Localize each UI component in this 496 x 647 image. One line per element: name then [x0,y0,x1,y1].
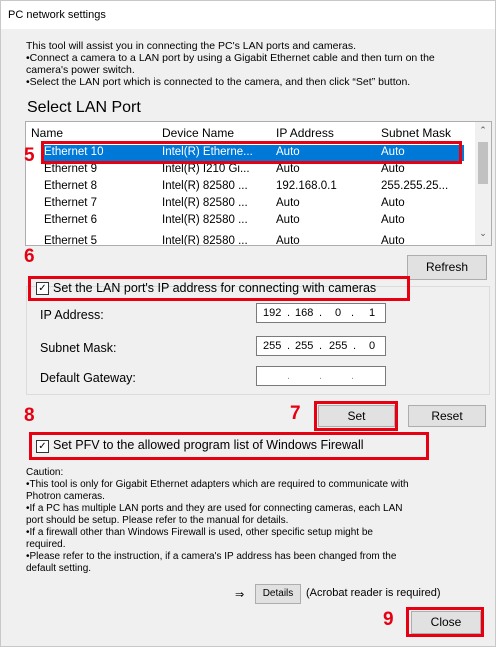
annotation-number-8: 8 [24,405,35,426]
ip-octet: 192 [263,307,282,319]
select-lan-port-title: Select LAN Port [27,99,141,116]
caution-line: port should be setup. Please refer to th… [26,515,289,526]
table-row-ethernet-6[interactable]: Ethernet 6 Intel(R) 82580 ... Auto Auto [26,213,481,229]
intro-line: •Connect a camera to a LAN port by using… [26,52,435,64]
row-ip: Auto [276,197,300,209]
annotation-number-6: 6 [24,246,35,267]
table-row-ethernet-9[interactable]: Ethernet 9 Intel(R) I210 Gi... Auto Auto [26,162,481,178]
refresh-button[interactable]: Refresh [407,255,487,280]
caution-text: Caution: •This tool is only for Gigabit … [26,467,486,575]
row-ip: 192.168.0.1 [276,180,337,192]
default-gateway-label: Default Gateway: [40,371,136,385]
row-mask: 255.255.25... [381,180,449,192]
row-device: Intel(R) 82580 ... [162,235,248,246]
ip-octet: 1 [369,307,376,319]
scroll-thumb[interactable] [478,142,488,184]
annotation-box-9 [406,607,484,637]
row-device: Intel(R) 82580 ... [162,197,248,209]
column-header-ip-address[interactable]: IP Address [276,126,334,140]
table-row-ethernet-7[interactable]: Ethernet 7 Intel(R) 82580 ... Auto Auto [26,196,481,212]
annotation-number-7: 7 [290,403,301,424]
ip-address-input[interactable]: 192 . 168 . 0 . 1 [256,303,386,323]
table-row-ethernet-5[interactable]: Ethernet 5 Intel(R) 82580 ... Auto Auto [26,234,481,246]
ip-octet: 168 [295,307,314,319]
row-ip: Auto [276,235,300,246]
table-row-ethernet-8[interactable]: Ethernet 8 Intel(R) 82580 ... 192.168.0.… [26,179,481,195]
caution-line: •If a firewall other than Windows Firewa… [26,527,373,538]
intro-text: This tool will assist you in connecting … [26,40,484,88]
intro-line: This tool will assist you in connecting … [26,40,356,52]
caution-line: required. [26,539,66,550]
lan-port-list[interactable]: Name Device Name IP Address Subnet Mask … [25,121,492,246]
set-ip-checkbox-label: Set the LAN port's IP address for connec… [53,281,377,295]
intro-line: •Select the LAN port which is connected … [26,76,411,88]
row-name: Ethernet 7 [44,197,98,209]
caution-line: •Please refer to the instruction, if a c… [26,551,397,562]
caution-line: •This tool is only for Gigabit Ethernet … [26,479,409,490]
column-header-subnet-mask[interactable]: Subnet Mask [381,126,451,140]
caution-line: •If a PC has multiple LAN ports and they… [26,503,403,514]
row-device: Intel(R) I210 Gi... [162,163,250,175]
mask-octet: 255 [329,340,348,352]
column-header-name[interactable]: Name [31,126,63,140]
reset-button[interactable]: Reset [408,405,486,427]
annotation-number-5: 5 [24,145,35,166]
scroll-down-icon[interactable]: ⌄ [477,228,489,242]
row-name: Ethernet 8 [44,180,98,192]
details-button[interactable]: Details [255,584,301,604]
set-ip-checkbox[interactable]: ✓ [36,282,49,295]
row-ip: Auto [276,214,300,226]
column-header-device-name[interactable]: Device Name [162,126,234,140]
row-mask: Auto [381,197,405,209]
row-mask: Auto [381,235,405,246]
row-device: Intel(R) 82580 ... [162,180,248,192]
caution-line: Caution: [26,467,64,478]
ip-address-label: IP Address: [40,308,104,322]
list-scrollbar[interactable]: ⌃ ⌄ [475,122,491,245]
details-note: (Acrobat reader is required) [306,587,441,599]
arrow-icon: ⇒ [235,589,245,601]
mask-octet: 255 [295,340,314,352]
intro-line: camera's power switch. [26,64,135,76]
annotation-box-7 [314,401,398,431]
row-ip: Auto [276,163,300,175]
annotation-box-5 [41,141,462,164]
row-name: Ethernet 5 [44,235,98,246]
row-name: Ethernet 6 [44,214,98,226]
row-name: Ethernet 9 [44,163,98,175]
window-title: PC network settings [1,1,495,29]
annotation-number-9: 9 [383,609,394,630]
subnet-mask-label: Subnet Mask: [40,341,117,355]
firewall-checkbox-label: Set PFV to the allowed program list of W… [53,438,364,452]
ip-octet: 0 [335,307,342,319]
details-row: ⇒ [235,588,244,601]
scroll-up-icon[interactable]: ⌃ [477,125,489,139]
firewall-checkbox[interactable]: ✓ [36,440,49,453]
default-gateway-input[interactable]: . . . [256,366,386,386]
subnet-mask-input[interactable]: 255 . 255 . 255 . 0 [256,336,386,356]
mask-octet: 0 [369,340,376,352]
row-mask: Auto [381,163,405,175]
caution-line: default setting. [26,563,92,574]
mask-octet: 255 [263,340,282,352]
row-mask: Auto [381,214,405,226]
row-device: Intel(R) 82580 ... [162,214,248,226]
caution-line: Photron cameras. [26,491,105,502]
